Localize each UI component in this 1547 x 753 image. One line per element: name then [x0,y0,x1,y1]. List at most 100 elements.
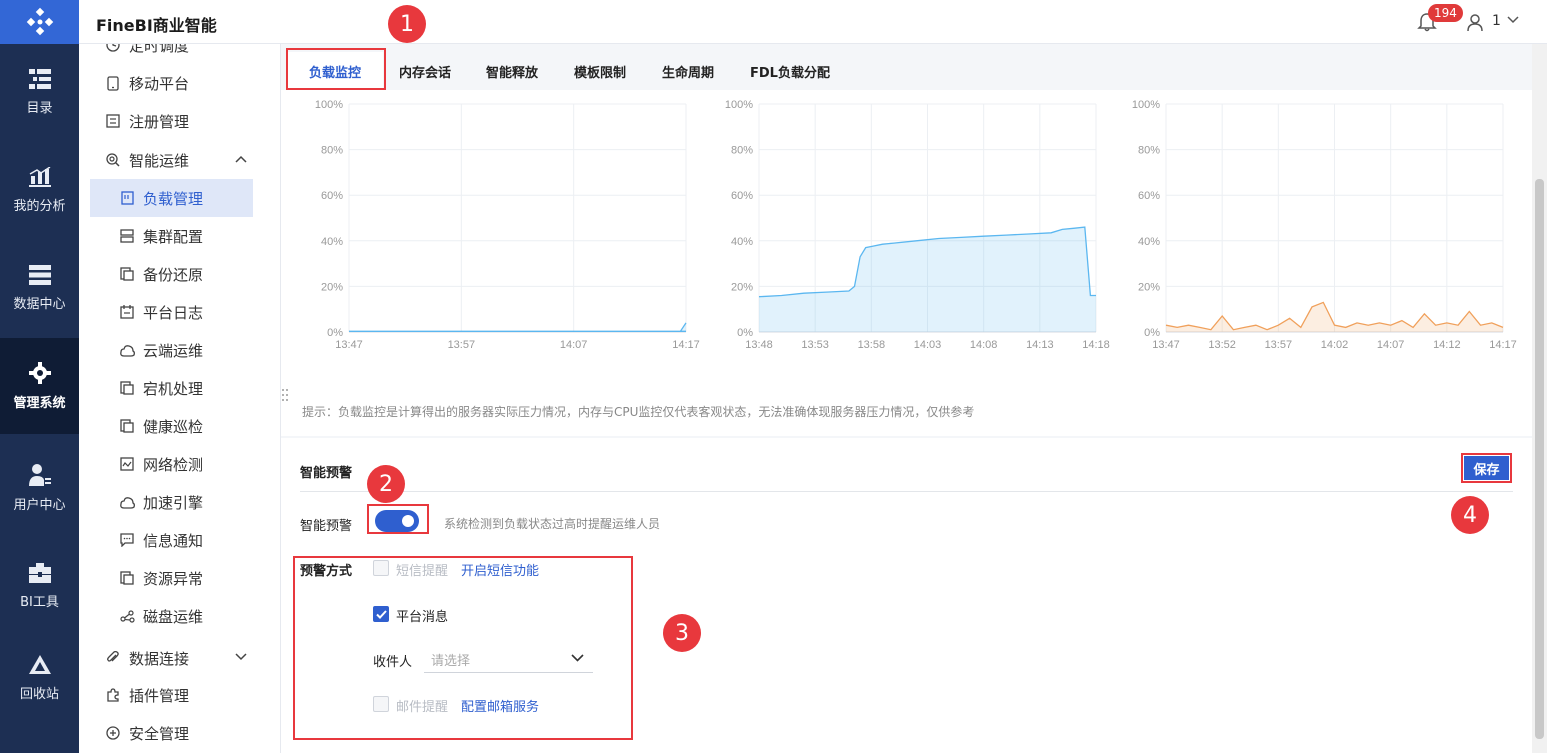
y-tick-label: 20% [321,281,343,293]
menu-item-smart-ops[interactable]: 智能运维 [79,143,280,177]
menu-item-data-connection[interactable]: 数据连接 [79,641,280,675]
rail-label: BI工具 [20,594,59,610]
chevron-down-icon[interactable] [1507,16,1519,24]
menu-item-network[interactable]: 网络检测 [79,447,280,481]
menu-item-register[interactable]: 注册管理 [79,104,280,138]
x-tick-label: 14:18 [1082,339,1110,351]
rail-item-analysis[interactable]: 我的分析 [0,142,79,238]
x-tick-label: 13:57 [448,339,476,351]
y-tick-label: 0% [737,327,753,339]
log-icon [119,304,135,320]
y-tick-label: 100% [725,99,753,111]
load-monitor-panel: 100% 80% 60% 40% 20% 0% 13:47 13:57 14:07 14:17 1… [281,90,1532,436]
app-logo[interactable] [0,0,79,44]
menu-label: 智能运维 [129,151,190,170]
menu-label: 信息通知 [143,531,204,550]
menu-item-mobile[interactable]: 移动平台 [79,66,280,100]
database-icon [28,264,51,285]
y-tick-label: 60% [1138,190,1160,202]
y-tick-label: 100% [315,99,343,111]
menu-item-engine[interactable]: 加速引擎 [79,485,280,519]
cloud-icon [119,342,135,358]
menu-label: 加速引擎 [143,493,204,512]
menu-item-backup[interactable]: 备份还原 [79,257,280,291]
tab-lifecycle[interactable]: 生命周期 [662,52,714,90]
menu-item-plugin[interactable]: 插件管理 [79,678,280,712]
y-tick-label: 20% [731,281,753,293]
menu-item-message[interactable]: 信息通知 [79,523,280,557]
rail-label: 用户中心 [13,497,66,513]
x-tick-label: 13:53 [801,339,829,351]
menu-label: 网络检测 [143,455,204,474]
menu-item-schedule[interactable]: 定时调度 [79,44,280,62]
alert-toggle-description: 系统检测到负载状态过高时提醒运维人员 [444,517,661,531]
menu-item-security[interactable]: 安全管理 [79,716,280,750]
resource-icon [119,570,135,586]
y-tick-label: 80% [731,145,753,157]
rail-item-recycle[interactable]: 回收站 [0,630,79,726]
highlight-box-save [1461,453,1512,483]
rail-item-data-center[interactable]: 数据中心 [0,240,79,336]
memory-chart: 100% 80% 60% 40% 20% 0%13:48 13:53 13:58 14:03 14… [725,99,1110,351]
menu-label: 定时调度 [129,44,190,55]
backup-icon [119,266,135,282]
callout-badge: 3 [663,614,701,652]
scrollbar-thumb[interactable] [1535,179,1544,739]
menu-label: 宕机处理 [143,379,204,398]
menu-label: 资源异常 [143,569,204,588]
menu-label: 磁盘运维 [143,607,204,626]
menu-label: 集群配置 [143,227,204,246]
user-icon[interactable] [1467,14,1483,31]
highlight-box-toggle [367,504,429,534]
rail-item-user-center[interactable]: 用户中心 [0,440,79,536]
x-tick-label: 14:12 [1433,339,1461,351]
ops-icon [105,152,121,168]
menu-label: 移动平台 [129,74,190,93]
network-icon [119,456,135,472]
chevron-down-icon[interactable] [235,653,247,661]
app-title: FineBI商业智能 [96,16,217,35]
menu-item-log[interactable]: 平台日志 [79,295,280,329]
load-icon [119,190,135,206]
tab-template-limit[interactable]: 模板限制 [574,52,626,90]
drag-handle-icon[interactable] [281,388,289,402]
link-icon [105,650,121,666]
highlight-box-tab [286,48,386,90]
x-tick-label: 14:07 [560,339,588,351]
x-tick-label: 14:08 [970,339,998,351]
y-tick-label: 60% [321,190,343,202]
divider [300,491,1513,492]
cpu-chart: 100% 80% 60% 40% 20% 0%13:47 13:52 13:57 14:02 14… [1132,99,1517,351]
y-tick-label: 0% [1144,327,1160,339]
menu-item-cloud-ops[interactable]: 云端运维 [79,333,280,367]
rail-item-bi-tools[interactable]: BI工具 [0,538,79,634]
menu-item-crash[interactable]: 宕机处理 [79,371,280,405]
tab-smart-release[interactable]: 智能释放 [486,52,538,90]
clock-icon [105,44,121,53]
plugin-icon [105,687,121,703]
tab-memory-session[interactable]: 内存会话 [399,52,451,90]
section-title: 智能预警 [300,466,353,481]
menu-item-load-management[interactable]: 负载管理 [90,179,253,217]
rail-item-admin[interactable]: 管理系统 [0,338,79,434]
x-tick-label: 13:47 [1152,339,1180,351]
user-name[interactable]: 1 [1492,13,1501,29]
menu-label: 插件管理 [129,686,190,705]
menu-label: 健康巡检 [143,417,204,436]
menu-label: 平台日志 [143,303,204,322]
top-bar: FineBI商业智能 194 1 [79,0,1547,44]
chevron-up-icon[interactable] [235,155,247,163]
menu-item-disk[interactable]: 磁盘运维 [79,599,280,633]
rail-item-catalog[interactable]: 目录 [0,44,79,140]
menu-item-cluster[interactable]: 集群配置 [79,219,280,253]
vertical-scrollbar[interactable] [1532,44,1547,753]
y-tick-label: 0% [327,327,343,339]
x-tick-label: 14:17 [1489,339,1517,351]
admin-sidebar: 定时调度 移动平台 注册管理 智能运维 负载管理 集群配置 备份还原 平台日志 … [79,44,281,753]
tab-fdl-load[interactable]: FDL负载分配 [750,52,830,90]
y-tick-label: 80% [321,145,343,157]
y-tick-label: 60% [731,190,753,202]
x-tick-label: 13:48 [745,339,773,351]
menu-item-health[interactable]: 健康巡检 [79,409,280,443]
menu-item-resource[interactable]: 资源异常 [79,561,280,595]
